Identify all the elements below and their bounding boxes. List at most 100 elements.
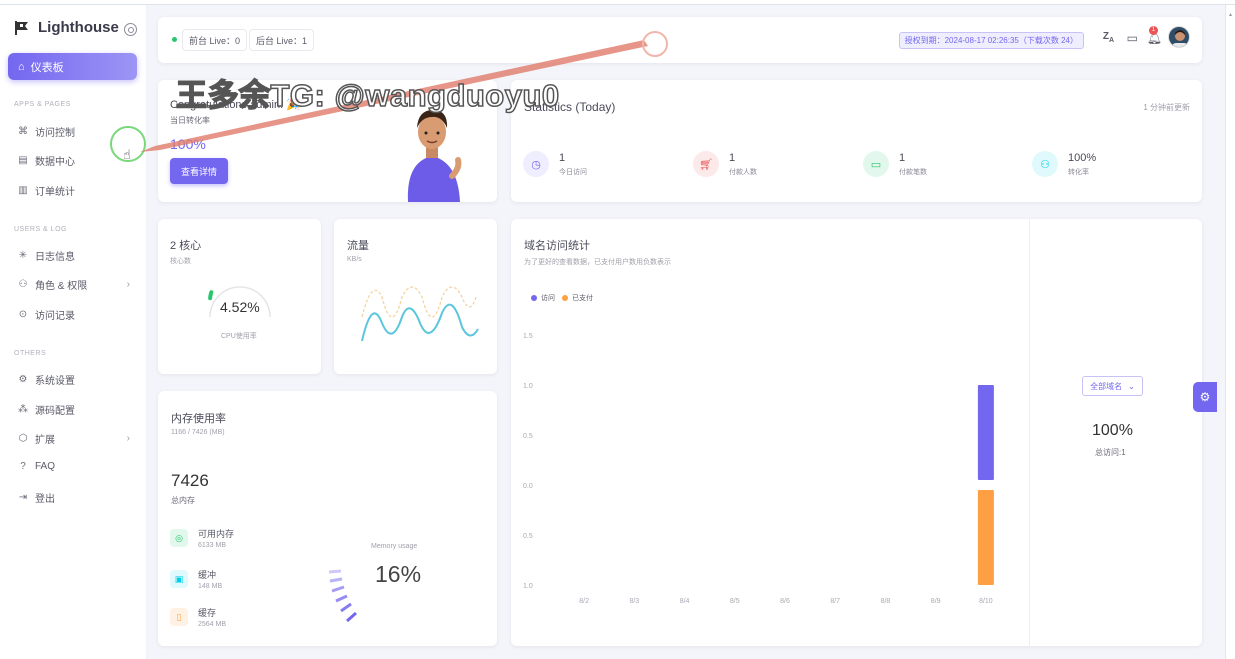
x-tick-label: 8/3 bbox=[629, 598, 639, 605]
sidebar-item-label: 访问记录 bbox=[35, 311, 75, 322]
stat-value: 1 bbox=[899, 151, 906, 164]
license-text: 授权到期：2024-08-17 02:26:35（下载次数 24） bbox=[904, 36, 1078, 45]
domain-summary-value: 100% bbox=[1092, 422, 1133, 439]
view-details-button[interactable]: 查看详情 bbox=[170, 158, 228, 184]
y-tick-label: 0.0 bbox=[523, 483, 533, 490]
flag-logo-icon bbox=[15, 20, 28, 35]
stat-label: 付款人数 bbox=[729, 168, 757, 176]
cart-icon: 🛒︎ bbox=[693, 151, 719, 177]
database-icon: ▤ bbox=[18, 155, 28, 166]
sidebar-item-label: 角色 & 权限 bbox=[35, 281, 88, 292]
section-title: OTHERS bbox=[14, 350, 47, 357]
x-tick-label: 8/4 bbox=[680, 598, 690, 605]
stat-paying-users: 🛒︎ 1 付款人数 bbox=[693, 151, 757, 177]
sidebar-item-label: 数据中心 bbox=[35, 157, 75, 168]
stat-label: 付款笔数 bbox=[899, 168, 927, 176]
home-icon: ⌂ bbox=[18, 60, 25, 73]
sidebar-item-extensions[interactable]: ⬡ 扩展 › bbox=[18, 431, 130, 446]
sidebar-item-dashboard[interactable]: ⌂ 仪表板 bbox=[8, 53, 137, 80]
section-title: USERS & LOG bbox=[14, 226, 67, 233]
card-divider bbox=[1029, 219, 1030, 646]
section-title: APPS & PAGES bbox=[14, 101, 71, 108]
x-tick-label: 8/10 bbox=[979, 598, 993, 605]
sidebar-item-settings[interactable]: ⚙ 系统设置 bbox=[18, 372, 130, 387]
cpu-subtitle: 核心数 bbox=[170, 258, 191, 265]
top-navbar: 前台 Live：0 后台 Live：1 授权到期：2024-08-17 02:2… bbox=[158, 17, 1202, 63]
domain-filter-value: 全部域名 bbox=[1090, 381, 1123, 391]
y-tick-label: 1.5 bbox=[523, 333, 533, 340]
video-watermark: 王多余TG: @wangduoyu0 bbox=[175, 77, 560, 114]
stat-conversion: ⚇ 100% 转化率 bbox=[1032, 151, 1096, 177]
memory-item-label: 可用内存 bbox=[198, 529, 235, 539]
sidebar-item-logs[interactable]: ✳ 日志信息 bbox=[18, 248, 130, 263]
stat-value: 1 bbox=[559, 151, 566, 164]
sidebar-item-label: 系统设置 bbox=[35, 376, 75, 387]
memory-usage-label: Memory usage bbox=[371, 543, 418, 550]
cpu-title: 2 核心 bbox=[170, 240, 202, 252]
sidebar-item-label: 源码配置 bbox=[35, 406, 75, 417]
sidebar-toggle-icon[interactable] bbox=[124, 23, 137, 36]
help-circle-icon: ? bbox=[20, 461, 26, 472]
statistics-card: Statistics (Today) 1 分钟前更新 ◷ 1 今日访问 🛒︎ 1付… bbox=[511, 80, 1202, 202]
memory-cache: ▯ 缓存 2564 MB bbox=[170, 606, 226, 628]
sidebar-item-faq[interactable]: ? FAQ bbox=[18, 461, 130, 472]
mouse-cursor-icon: ☝ bbox=[123, 147, 131, 162]
monitor-icon[interactable]: ▭ bbox=[1127, 31, 1138, 45]
sidebar-item-label: 仪表板 bbox=[30, 61, 64, 74]
memory-available: ◎ 可用内存 6133 MB bbox=[170, 527, 234, 549]
package-icon: ⬡ bbox=[18, 433, 28, 444]
traffic-unit: KB/s bbox=[347, 256, 362, 263]
statistics-updated: 1 分钟前更新 bbox=[1143, 103, 1190, 112]
translate-icon[interactable]: ZA bbox=[1103, 31, 1114, 44]
memory-usage-value: 16% bbox=[375, 561, 422, 587]
avatar[interactable] bbox=[1168, 26, 1190, 48]
memory-item-size: 6133 MB bbox=[198, 542, 227, 549]
customizer-gear-button[interactable]: ⚙ bbox=[1193, 382, 1217, 412]
sidebar-item-logout[interactable]: ⇥ 登出 bbox=[18, 490, 130, 505]
x-tick-label: 8/8 bbox=[881, 598, 891, 605]
x-tick-label: 8/6 bbox=[780, 598, 790, 605]
memory-item-size: 2564 MB bbox=[198, 621, 227, 628]
memory-total: 7426 bbox=[171, 471, 209, 490]
chevron-down-icon: ⌄ bbox=[1128, 381, 1135, 391]
page-scrollbar[interactable]: ▴ bbox=[1225, 5, 1235, 659]
sidebar-item-access-log[interactable]: ⊙ 访问记录 bbox=[18, 307, 130, 322]
bar-visits[interactable] bbox=[977, 385, 994, 480]
sidebar: Lighthouse ⌂ 仪表板 APPS & PAGES ⌘ 访问控制 ▤ 数据中… bbox=[0, 5, 146, 659]
memory-item-size: 148 MB bbox=[198, 583, 223, 590]
sidebar-item-orders[interactable]: ▥ 订单统计 bbox=[18, 183, 130, 198]
domain-filter-dropdown[interactable]: 全部域名 ⌄ bbox=[1082, 376, 1143, 396]
x-tick-label: 8/9 bbox=[931, 598, 941, 605]
chevron-right-icon: › bbox=[126, 279, 130, 290]
bar-paid[interactable] bbox=[977, 490, 994, 585]
front-live-counter: 前台 Live：0 bbox=[182, 29, 248, 51]
cpu-value: 4.52% bbox=[220, 299, 260, 315]
y-tick-label: 0.5 bbox=[523, 533, 533, 540]
memory-subtitle: 1166 / 7426 (MB) bbox=[171, 429, 225, 436]
layers-icon: ▣ bbox=[170, 570, 188, 588]
cpu-caption: CPU使用率 bbox=[221, 333, 257, 340]
logout-icon: ⇥ bbox=[18, 492, 28, 503]
stat-visits: ◷ 1 今日访问 bbox=[523, 151, 587, 177]
settings-icon: ⚙ bbox=[18, 374, 28, 385]
stat-payments: ▭ 1 付款笔数 bbox=[863, 151, 927, 177]
memory-card: 内存使用率 1166 / 7426 (MB) 7426 总内存 ◎ 可用内存 61… bbox=[158, 391, 497, 646]
memory-title: 内存使用率 bbox=[171, 413, 226, 425]
gear-icon: ⚙ bbox=[1199, 390, 1211, 404]
window-top-border bbox=[0, 0, 1235, 5]
brand[interactable]: Lighthouse bbox=[14, 19, 119, 36]
sidebar-item-roles[interactable]: ⚇ 角色 & 权限 › bbox=[18, 277, 130, 292]
memory-buffer: ▣ 缓冲 148 MB bbox=[170, 568, 222, 590]
file-icon: ▯ bbox=[170, 608, 188, 626]
x-tick-label: 8/5 bbox=[730, 598, 740, 605]
conversion-label: 当日转化率 bbox=[170, 116, 210, 125]
memory-item-label: 缓存 bbox=[198, 608, 217, 618]
scroll-up-icon[interactable]: ▴ bbox=[1229, 11, 1232, 18]
chevron-right-icon: › bbox=[126, 433, 130, 444]
traffic-title: 流量 bbox=[347, 240, 369, 252]
domain-stats-card: 域名访问统计 为了更好的查看数据，已支付用户数用负数表示 访问 已支付 1.5 1… bbox=[511, 219, 1202, 646]
domain-summary-label: 总访问:1 bbox=[1095, 448, 1126, 457]
sidebar-item-label: 订单统计 bbox=[35, 187, 75, 198]
license-expiry-badge: 授权到期：2024-08-17 02:26:35（下载次数 24） bbox=[898, 32, 1084, 49]
sidebar-item-source[interactable]: ⁂ 源码配置 bbox=[18, 402, 130, 417]
